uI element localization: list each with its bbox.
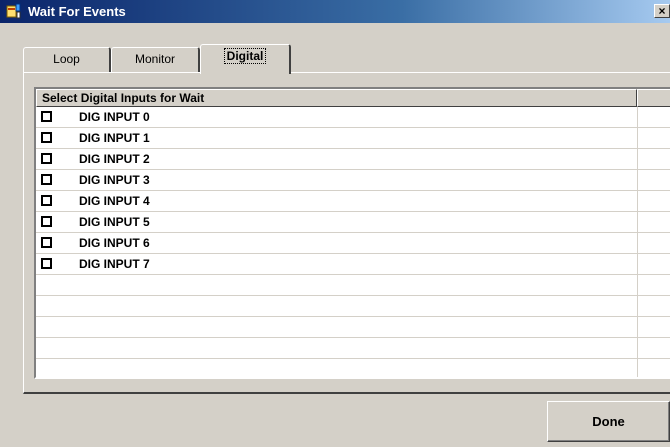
checkbox-icon[interactable] [41,237,52,248]
checkbox-icon[interactable] [41,111,52,122]
checkbox-icon[interactable] [41,153,52,164]
empty-row [36,296,670,317]
list-item-label: DIG INPUT 2 [79,152,150,166]
empty-row [36,359,670,377]
column-divider [637,107,638,377]
empty-row [36,317,670,338]
list-item-label: DIG INPUT 1 [79,131,150,145]
tab-monitor-label: Monitor [134,52,175,66]
close-icon[interactable]: × [654,4,670,18]
checkbox-icon[interactable] [41,174,52,185]
digital-inputs-list[interactable]: Select Digital Inputs for Wait DIG INPUT… [34,87,670,379]
checkbox-icon[interactable] [41,195,52,206]
list-item-label: DIG INPUT 7 [79,257,150,271]
window-title: Wait For Events [28,4,126,19]
empty-row [36,275,670,296]
list-item-label: DIG INPUT 0 [79,110,150,124]
list-item[interactable]: DIG INPUT 1 [36,128,670,149]
list-item-label: DIG INPUT 3 [79,173,150,187]
column-header-extra[interactable] [637,89,670,107]
empty-row [36,338,670,359]
title-bar: Wait For Events × [0,0,670,23]
tab-loop[interactable]: Loop [23,47,111,72]
app-window-icon [6,3,21,19]
list-item[interactable]: DIG INPUT 5 [36,212,670,233]
tab-digital[interactable]: Digital [200,44,291,74]
checkbox-icon[interactable] [41,132,52,143]
checkbox-icon[interactable] [41,258,52,269]
done-button-label: Done [592,414,625,429]
list-item-label: DIG INPUT 6 [79,236,150,250]
list-item[interactable]: DIG INPUT 7 [36,254,670,275]
list-item[interactable]: DIG INPUT 4 [36,191,670,212]
list-item[interactable]: DIG INPUT 3 [36,170,670,191]
tab-monitor[interactable]: Monitor [111,47,200,72]
column-header[interactable]: Select Digital Inputs for Wait [36,89,637,107]
checkbox-icon[interactable] [41,216,52,227]
list-item[interactable]: DIG INPUT 6 [36,233,670,254]
tab-digital-label: Digital [223,48,267,64]
done-button[interactable]: Done [547,401,670,442]
tab-loop-label: Loop [53,52,80,66]
list-item-label: DIG INPUT 4 [79,194,150,208]
list-item[interactable]: DIG INPUT 0 [36,107,670,128]
list-item[interactable]: DIG INPUT 2 [36,149,670,170]
list-item-label: DIG INPUT 5 [79,215,150,229]
